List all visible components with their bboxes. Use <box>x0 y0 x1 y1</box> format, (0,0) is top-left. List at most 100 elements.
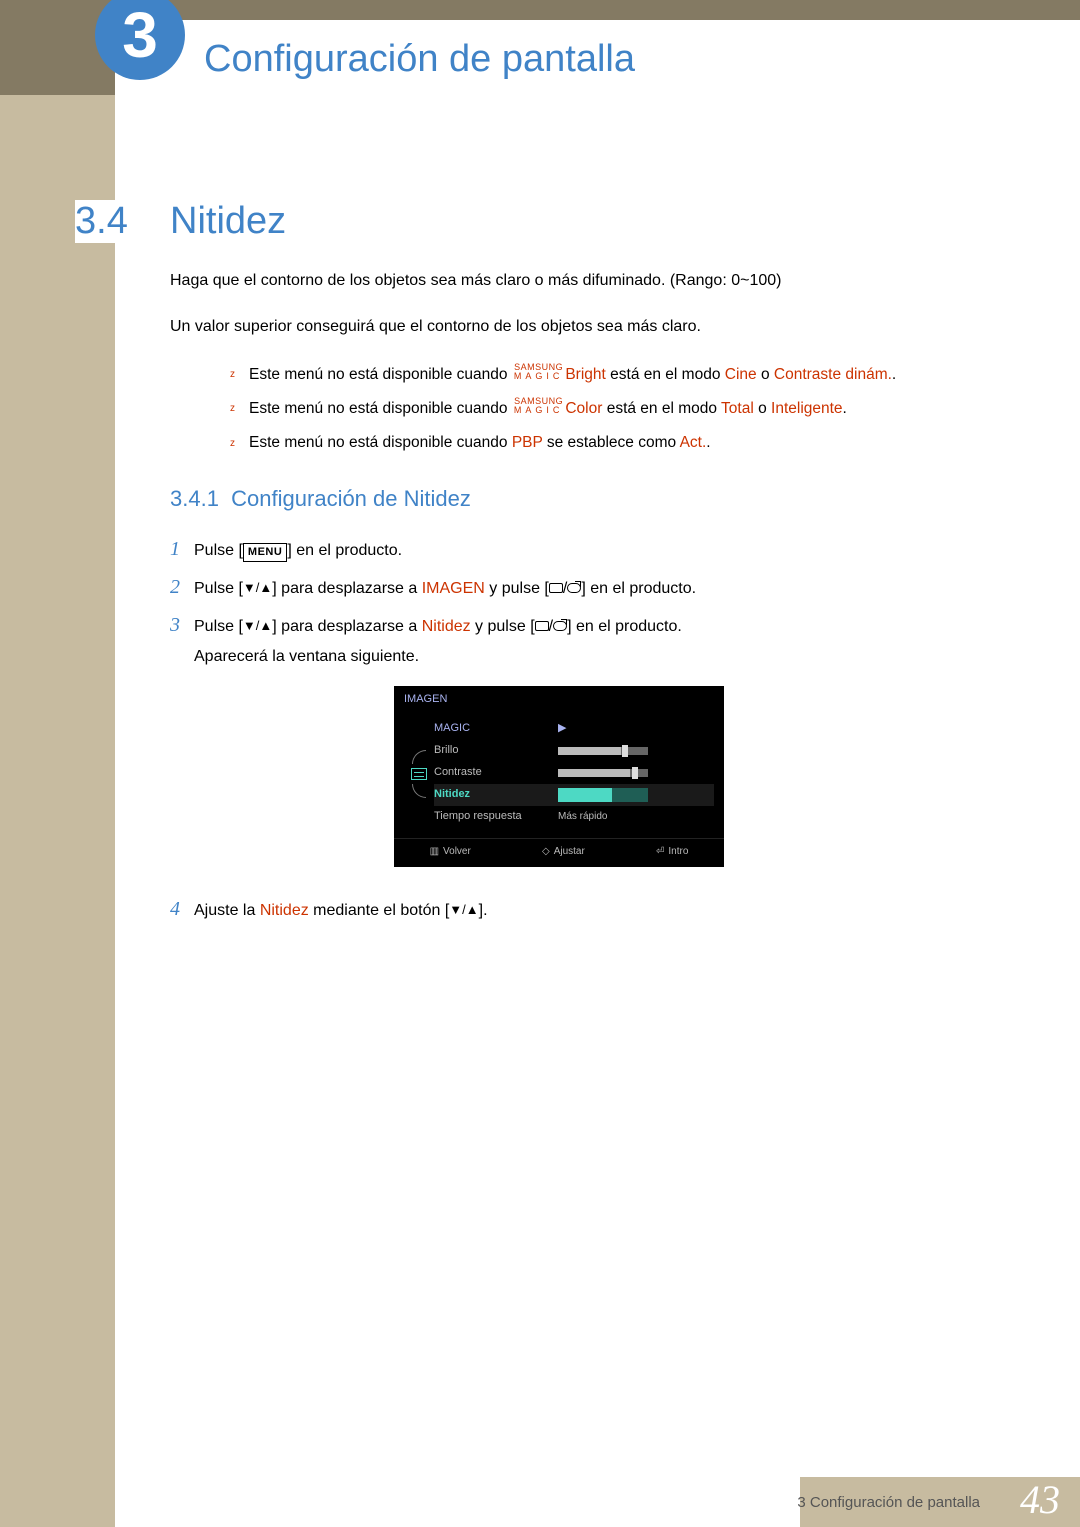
menu-lines-icon <box>411 768 427 780</box>
intro-p1: Haga que el contorno de los objetos sea … <box>170 270 930 292</box>
osd-lbl: Nitidez <box>434 787 544 802</box>
t: ] en el producto. <box>567 618 682 635</box>
t: ] para desplazarse a <box>272 618 421 635</box>
section-number: 3.4 <box>75 200 136 243</box>
osd-rows: MAGIC ▶ Brillo Contraste Nitidez Tiempo r… <box>434 718 714 828</box>
t: Este menú no está disponible cuando <box>249 434 512 451</box>
act-label: Act. <box>680 434 707 451</box>
t: Intro <box>668 845 688 859</box>
osd-foot-volver: ▥Volver <box>430 845 471 859</box>
t: Ajustar <box>554 845 585 859</box>
step-text: Pulse [▼/▲] para desplazarse a Nitidez y… <box>194 616 930 885</box>
osd-title: IMAGEN <box>394 686 724 713</box>
step-num: 4 <box>170 895 194 923</box>
osd-lbl: Brillo <box>434 743 544 758</box>
osd-row-brillo: Brillo <box>434 740 714 762</box>
updown-arrows-icon: ▼/▲ <box>243 617 272 635</box>
subsection-heading: 3.4.1 Configuración de Nitidez <box>170 484 930 515</box>
steps-list: 1 Pulse [MENU] en el producto. 2 Pulse [… <box>170 535 930 923</box>
footer: 3 Configuración de pantalla 43 <box>0 1477 1080 1527</box>
t: y pulse [ <box>485 580 549 597</box>
osd-body: MAGIC ▶ Brillo Contraste Nitidez Tiempo r… <box>394 714 724 838</box>
footer-text: 3 Configuración de pantalla <box>797 1494 980 1511</box>
nitidez-label: Nitidez <box>422 618 471 635</box>
step-text: Pulse [MENU] en el producto. <box>194 540 930 562</box>
samsung-magic-label: SAMSUNGMAGIC <box>514 363 564 381</box>
subsection-num: 3.4.1 <box>170 486 219 511</box>
note-block: z Este menú no está disponible cuando SA… <box>230 363 930 454</box>
t: o <box>754 400 771 417</box>
t: Ajuste la <box>194 902 260 919</box>
pbp-label: PBP <box>512 434 543 451</box>
osd-row-tiempo: Tiempo respuesta Más rápido <box>434 806 714 828</box>
osd-lbl: Contraste <box>434 765 544 780</box>
slider-icon <box>558 769 648 777</box>
t: ] en el producto. <box>287 542 402 559</box>
t: Pulse [ <box>194 580 243 597</box>
total-label: Total <box>721 400 754 417</box>
t: ] para desplazarse a <box>272 580 421 597</box>
samsung-magic-label: SAMSUNGMAGIC <box>514 397 564 415</box>
note-item-3: z Este menú no está disponible cuando PB… <box>230 432 930 454</box>
t: mediante el botón [ <box>309 902 450 919</box>
step-3: 3 Pulse [▼/▲] para desplazarse a Nitidez… <box>170 611 930 885</box>
osd-footer: ▥Volver ◇Ajustar ⏎Intro <box>394 838 724 867</box>
arrow-right-icon: ▶ <box>558 721 566 736</box>
enter-button-icon <box>567 583 581 593</box>
t: Este menú no está disponible cuando <box>249 400 512 417</box>
step-num: 1 <box>170 535 194 563</box>
slider-icon <box>558 747 648 755</box>
t: . <box>706 434 710 451</box>
t: Pulse [ <box>194 618 243 635</box>
bullet-icon: z <box>230 437 235 454</box>
t: . <box>843 400 847 417</box>
osd-window: IMAGEN MAGIC ▶ Brillo Contraste Nitidez <box>394 686 724 866</box>
t: Este menú no está disponible cuando <box>249 366 512 383</box>
rect-button-icon <box>535 621 549 631</box>
note-item-1: z Este menú no está disponible cuando SA… <box>230 363 930 386</box>
osd-left-icons <box>404 718 434 828</box>
osd-foot-ajustar: ◇Ajustar <box>542 845 585 859</box>
subsection-title: Configuración de Nitidez <box>231 486 471 511</box>
page-title: Configuración de pantalla <box>200 38 639 83</box>
osd-foot-intro: ⏎Intro <box>656 845 688 859</box>
inteligente-label: Inteligente <box>771 400 843 417</box>
step-num: 3 <box>170 611 194 639</box>
body-content: Haga que el contorno de los objetos sea … <box>170 270 930 933</box>
footer-page-number: 43 <box>1020 1476 1060 1523</box>
t: Pulse [ <box>194 542 243 559</box>
step-num: 2 <box>170 573 194 601</box>
color-label: Color <box>565 400 602 417</box>
t: MAGIC <box>514 371 564 381</box>
t: está en el modo <box>606 366 725 383</box>
osd-lbl: Tiempo respuesta <box>434 809 544 824</box>
section-title: Nitidez <box>170 200 286 243</box>
bullet-icon: z <box>230 368 235 386</box>
enter-button-icon <box>553 621 567 631</box>
menu-button-icon: MENU <box>243 543 287 562</box>
imagen-label: IMAGEN <box>422 580 485 597</box>
step-1: 1 Pulse [MENU] en el producto. <box>170 535 930 563</box>
rect-button-icon <box>549 583 563 593</box>
t: se establece como <box>543 434 680 451</box>
updown-arrows-icon: ▼/▲ <box>243 579 272 597</box>
step-2: 2 Pulse [▼/▲] para desplazarse a IMAGEN … <box>170 573 930 601</box>
back-icon: ▥ <box>430 845 439 859</box>
step-sub: Aparecerá la ventana siguiente. <box>194 646 930 668</box>
note-item-2: z Este menú no está disponible cuando SA… <box>230 397 930 420</box>
t: o <box>757 366 774 383</box>
bright-label: Bright <box>565 366 606 383</box>
arc-top-icon <box>412 750 426 764</box>
osd-lbl: MAGIC <box>434 721 544 736</box>
osd-val: Más rápido <box>558 810 607 824</box>
contraste-label: Contraste dinám. <box>774 366 892 383</box>
step-4: 4 Ajuste la Nitidez mediante el botón [▼… <box>170 895 930 923</box>
updown-arrows-icon: ▼/▲ <box>449 901 478 919</box>
intro-p2: Un valor superior conseguirá que el cont… <box>170 316 930 338</box>
t: MAGIC <box>514 405 564 415</box>
osd-row-contraste: Contraste <box>434 762 714 784</box>
osd-row-magic: MAGIC ▶ <box>434 718 714 740</box>
slider-selected-icon <box>558 788 648 802</box>
step-text: Pulse [▼/▲] para desplazarse a IMAGEN y … <box>194 578 930 600</box>
bullet-icon: z <box>230 402 235 420</box>
